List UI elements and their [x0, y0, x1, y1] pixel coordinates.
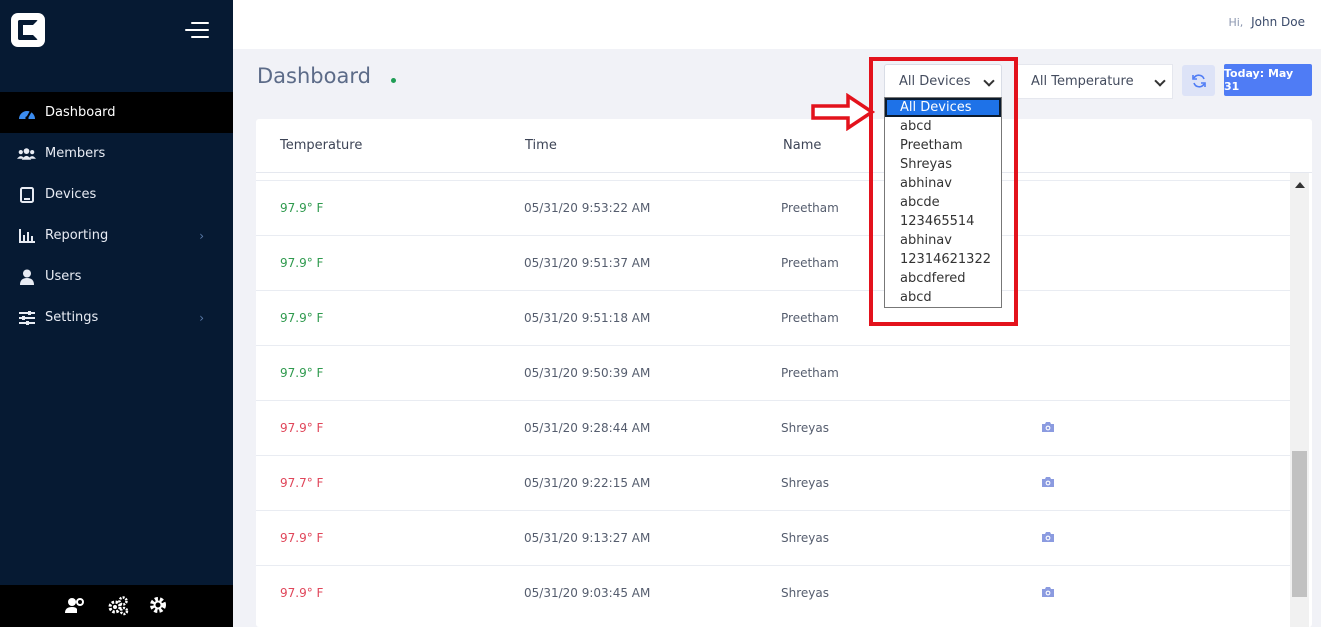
sidebar-item-label: Settings [45, 310, 99, 325]
temperature-cell: 97.9° F [280, 311, 324, 325]
name-cell: Shreyas [781, 476, 829, 490]
chevron-right-icon: › [199, 229, 204, 243]
table-row[interactable]: 97.7° F 05/31/20 9:22:15 AM Shreyas [256, 455, 1290, 510]
user-name: John Doe [1251, 15, 1305, 29]
temperature-cell: 97.9° F [280, 201, 324, 215]
temperature-cell: 97.7° F [280, 476, 324, 490]
scrollbar-thumb[interactable] [1292, 451, 1307, 597]
temperature-cell: 97.9° F [280, 586, 324, 600]
annotation-highlight-box [869, 57, 1018, 326]
camera-icon[interactable] [1041, 586, 1055, 598]
table-scrollbar[interactable] [1290, 173, 1309, 627]
time-cell: 05/31/20 9:22:15 AM [524, 476, 651, 490]
table-row[interactable]: 97.9° F 05/31/20 9:13:27 AM Shreyas [256, 510, 1290, 565]
page-title: Dashboard [257, 64, 371, 88]
camera-icon[interactable] [1041, 476, 1055, 488]
members-icon [17, 146, 36, 162]
sidebar-nav: Dashboard Members Devices Reporting › Us… [0, 92, 233, 338]
temperature-cell: 97.9° F [280, 256, 324, 270]
user-greeting[interactable]: Hi, John Doe [1228, 15, 1305, 29]
temperature-cell: 97.9° F [280, 531, 324, 545]
time-cell: 05/31/20 9:03:45 AM [524, 586, 651, 600]
temperature-cell: 97.9° F [280, 366, 324, 380]
top-bar: Hi, John Doe [233, 0, 1321, 49]
chevron-down-icon [1154, 75, 1166, 87]
name-cell: Preetham [781, 311, 839, 325]
temperature-filter-value: All Temperature [1031, 74, 1134, 89]
annotation-arrow-icon [811, 93, 876, 131]
user-icon [17, 269, 36, 285]
name-cell: Preetham [781, 366, 839, 380]
sidebar: Dashboard Members Devices Reporting › Us… [0, 0, 233, 627]
name-cell: Shreyas [781, 531, 829, 545]
table-row[interactable]: 97.9° F 05/31/20 9:50:39 AM Preetham [256, 345, 1290, 400]
user-settings-icon[interactable] [64, 596, 85, 616]
name-cell: Shreyas [781, 421, 829, 435]
time-cell: 05/31/20 9:53:22 AM [524, 201, 651, 215]
column-header-temperature[interactable]: Temperature [280, 138, 362, 153]
camera-icon[interactable] [1041, 531, 1055, 543]
column-header-time[interactable]: Time [525, 138, 557, 153]
time-cell: 05/31/20 9:13:27 AM [524, 531, 651, 545]
sidebar-item-label: Members [45, 146, 106, 161]
time-cell: 05/31/20 9:50:39 AM [524, 366, 651, 380]
name-cell: Preetham [781, 201, 839, 215]
status-dot [391, 78, 396, 83]
refresh-icon [1191, 73, 1206, 88]
table-body: 97.9° F 05/31/20 9:53:22 AM Preetham 97.9° … [256, 180, 1290, 620]
table-row[interactable]: 97.9° F 05/31/20 9:53:22 AM Preetham [256, 180, 1290, 235]
readings-table: Temperature Time Name 97.9° F 05/31/20 9:… [256, 119, 1312, 627]
table-row[interactable]: 97.9° F 05/31/20 9:51:37 AM Preetham [256, 235, 1290, 290]
sidebar-item-reporting[interactable]: Reporting › [0, 215, 233, 256]
sidebar-item-users[interactable]: Users [0, 256, 233, 297]
tablet-icon [17, 186, 36, 203]
camera-icon[interactable] [1041, 421, 1055, 433]
table-row[interactable]: 97.9° F 05/31/20 9:03:45 AM Shreyas [256, 565, 1290, 620]
temperature-cell: 97.9° F [280, 421, 324, 435]
name-cell: Preetham [781, 256, 839, 270]
sliders-icon [17, 310, 36, 326]
table-row[interactable]: 97.9° F 05/31/20 9:51:18 AM Preetham [256, 290, 1290, 345]
gear-icon[interactable] [149, 596, 169, 616]
sidebar-item-dashboard[interactable]: Dashboard [0, 92, 233, 133]
sidebar-item-members[interactable]: Members [0, 133, 233, 174]
today-button[interactable]: Today: May 31 [1224, 64, 1312, 96]
sidebar-footer [0, 585, 233, 627]
name-cell: Shreyas [781, 586, 829, 600]
time-cell: 05/31/20 9:51:37 AM [524, 256, 651, 270]
refresh-button[interactable] [1182, 65, 1215, 96]
sidebar-item-label: Reporting [45, 228, 109, 243]
sidebar-item-label: Devices [45, 187, 97, 202]
gauge-icon [17, 105, 36, 121]
greeting-prefix: Hi, [1228, 16, 1244, 29]
sidebar-item-settings[interactable]: Settings › [0, 297, 233, 338]
column-header-name[interactable]: Name [783, 138, 821, 153]
menu-toggle-icon[interactable] [185, 20, 209, 40]
time-cell: 05/31/20 9:28:44 AM [524, 421, 651, 435]
chevron-right-icon: › [199, 311, 204, 325]
sidebar-item-label: Users [45, 269, 82, 284]
table-header: Temperature Time Name [256, 119, 1312, 173]
table-row[interactable]: 97.9° F 05/31/20 9:28:44 AM Shreyas [256, 400, 1290, 455]
temperature-filter-select[interactable]: All Temperature [1016, 64, 1173, 99]
bar-chart-icon [17, 228, 36, 244]
scroll-up-arrow-icon[interactable] [1295, 182, 1305, 188]
app-logo[interactable] [11, 13, 45, 47]
sidebar-item-devices[interactable]: Devices [0, 174, 233, 215]
time-cell: 05/31/20 9:51:18 AM [524, 311, 651, 325]
sidebar-item-label: Dashboard [45, 105, 116, 120]
cogs-icon[interactable] [107, 596, 128, 616]
